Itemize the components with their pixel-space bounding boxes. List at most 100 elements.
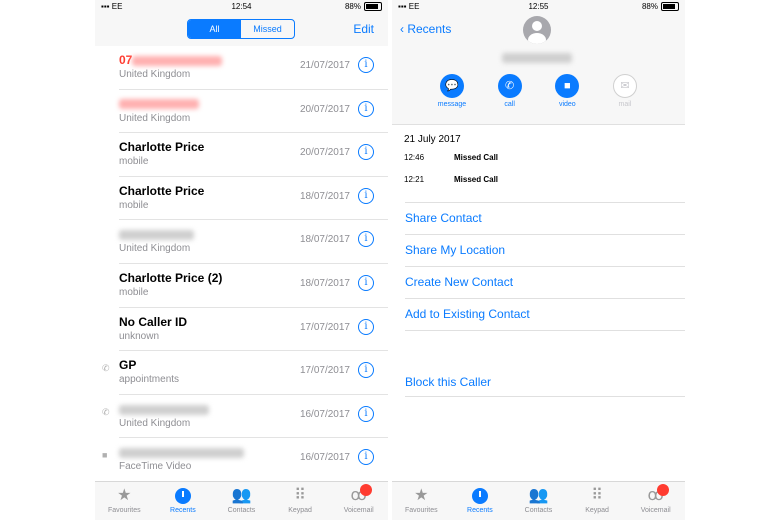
caller-type: United Kingdom (119, 112, 191, 124)
call-date: 18/07/2017 (299, 277, 350, 289)
back-button[interactable]: ‹ Recents (400, 22, 451, 36)
message-button[interactable]: 💬 message (432, 74, 472, 108)
star-icon: ★ (414, 487, 429, 504)
tab-voicemail[interactable]: ꝏ Voicemail (626, 482, 685, 520)
video-outgoing-icon: ■ (102, 450, 108, 461)
voicemail-icon: ꝏ (350, 487, 367, 504)
call-date: 20/07/2017 (299, 103, 350, 115)
info-icon[interactable]: i (358, 362, 374, 379)
caller-type: mobile (119, 199, 149, 211)
info-icon[interactable]: i (358, 231, 374, 248)
clock-icon (471, 488, 488, 504)
caller-type: FaceTime Video (119, 461, 192, 473)
edit-button[interactable]: Edit (353, 22, 374, 36)
action-row: 💬 message ✆ call ■ video ✉ mail (432, 74, 645, 108)
battery-icon (364, 2, 382, 11)
tab-recents[interactable]: Recents (451, 482, 510, 520)
contact-number-redacted (502, 49, 572, 67)
call-date: 18/07/2017 (299, 234, 350, 246)
tab-keypad[interactable]: ⠿ Keypad (568, 482, 627, 520)
status-bar: ▪▪▪ EE 12:55 88% (392, 0, 685, 14)
tab-keypad[interactable]: ⠿ Keypad (271, 482, 330, 520)
caller-name (119, 402, 209, 416)
caller-name: Charlotte Price (119, 183, 205, 198)
list-item[interactable]: Charlotte Price (2) mobile 18/07/2017 i (119, 264, 388, 308)
tab-bar: ★ Favourites Recents 👥 Contacts ⠿ Keypad ꝏV… (95, 481, 388, 520)
star-icon: ★ (117, 487, 132, 504)
caller-name (119, 227, 194, 241)
share-contact-option[interactable]: Share Contact (405, 203, 685, 235)
list-item[interactable]: Charlotte Price mobile 18/07/2017 i (119, 177, 388, 221)
share-location-option[interactable]: Share My Location (405, 235, 685, 267)
caller-type: United Kingdom (119, 417, 191, 429)
contact-header: ‹ Recents 💬 message ✆ call ■ video ✉ mail (392, 14, 685, 125)
caller-type: mobile (119, 286, 149, 298)
list-item[interactable]: ✆ GP appointments 17/07/2017 i (102, 351, 388, 395)
segment-missed[interactable]: Missed (241, 20, 294, 38)
segmented-control: All Missed (187, 19, 295, 39)
list-item[interactable]: United Kingdom 20/07/2017 i (119, 90, 388, 134)
tab-recents[interactable]: Recents (154, 482, 213, 520)
list-item[interactable]: Charlotte Price mobile 20/07/2017 i (119, 133, 388, 177)
contacts-icon: 👥 (528, 487, 549, 504)
call-date: 17/07/2017 (299, 321, 350, 333)
caller-name: 07 (119, 53, 223, 67)
call-entry: 12:46 Missed Call (404, 153, 499, 162)
phone-outgoing-icon: ✆ (102, 406, 110, 417)
caller-name (119, 97, 199, 111)
recents-screen: ▪▪▪ EE 12:54 88% All Missed Edit 07 Unite… (95, 0, 388, 520)
info-icon[interactable]: i (358, 144, 374, 161)
info-icon[interactable]: i (358, 57, 374, 73)
caller-name: Charlotte Price (2) (119, 270, 223, 285)
caller-name: No Caller ID (119, 314, 188, 329)
block-caller-button[interactable]: Block this Caller (405, 365, 685, 397)
voicemail-icon: ꝏ (647, 487, 664, 504)
info-icon[interactable]: i (358, 274, 374, 291)
video-icon: ■ (555, 74, 580, 98)
list-item[interactable]: 07 United Kingdom 21/07/2017 i (119, 46, 388, 90)
tab-bar: ★ Favourites Recents 👥 Contacts ⠿ Keypad ꝏV… (392, 481, 685, 520)
list-item[interactable]: United Kingdom 18/07/2017 i (119, 220, 388, 264)
avatar (523, 16, 551, 44)
contact-detail-screen: ▪▪▪ EE 12:55 88% ‹ Recents 💬 message ✆ cal… (392, 0, 685, 520)
call-history: 21 July 2017 12:46 Missed Call 12:21 Misse… (404, 134, 685, 197)
call-date: 21/07/2017 (299, 60, 350, 71)
info-icon[interactable]: i (358, 100, 374, 117)
call-date: 16/07/2017 (299, 452, 350, 464)
call-date: 20/07/2017 (299, 147, 350, 159)
message-icon: 💬 (440, 74, 464, 98)
info-icon[interactable]: i (358, 187, 374, 204)
list-item[interactable]: No Caller ID unknown 17/07/2017 i (119, 308, 388, 352)
tab-favourites[interactable]: ★ Favourites (392, 482, 451, 520)
call-date: 16/07/2017 (299, 408, 350, 420)
add-existing-option[interactable]: Add to Existing Contact (405, 299, 685, 331)
call-date: 17/07/2017 (299, 365, 350, 377)
recents-list: 07 United Kingdom 21/07/2017 i United Kingdo… (95, 46, 388, 520)
list-item[interactable]: ✆ United Kingdom 16/07/2017 i (102, 395, 388, 439)
info-icon[interactable]: i (358, 449, 374, 466)
tab-favourites[interactable]: ★ Favourites (95, 482, 154, 520)
video-button[interactable]: ■ video (547, 74, 587, 108)
segment-all[interactable]: All (188, 20, 241, 38)
contact-options: Share Contact Share My Location Create N… (405, 202, 685, 331)
voicemail-badge (656, 484, 669, 496)
caller-type: mobile (119, 156, 149, 168)
list-item[interactable]: ■ FaceTime Video 16/07/2017 i (102, 438, 388, 482)
call-button[interactable]: ✆ call (490, 74, 530, 108)
create-contact-option[interactable]: Create New Contact (405, 267, 685, 299)
caller-type: United Kingdom (119, 69, 191, 80)
caller-name (119, 445, 244, 459)
clock-icon (174, 488, 191, 504)
info-icon[interactable]: i (358, 318, 374, 335)
voicemail-badge (359, 484, 372, 496)
call-date: 18/07/2017 (299, 190, 350, 202)
tab-voicemail[interactable]: ꝏ Voicemail (329, 482, 388, 520)
info-icon[interactable]: i (358, 405, 374, 422)
phone-outgoing-icon: ✆ (102, 363, 110, 374)
tab-contacts[interactable]: 👥 Contacts (509, 482, 568, 520)
nav-bar: All Missed Edit (95, 14, 388, 46)
keypad-icon: ⠿ (591, 487, 603, 504)
tab-contacts[interactable]: 👥 Contacts (212, 482, 271, 520)
mail-icon: ✉ (612, 74, 637, 98)
call-entry: 12:21 Missed Call (404, 175, 499, 184)
